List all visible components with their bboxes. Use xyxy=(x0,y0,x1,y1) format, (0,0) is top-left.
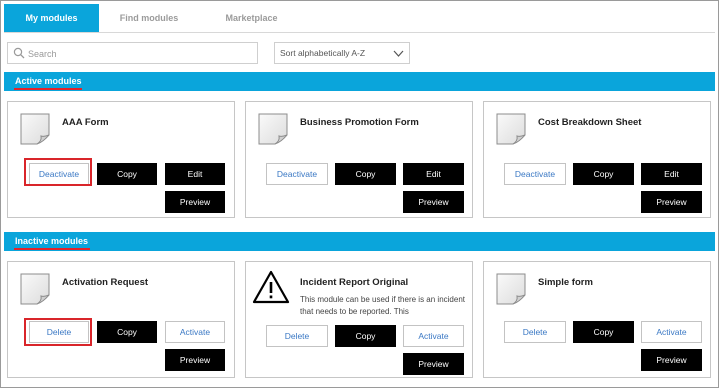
warning-icon xyxy=(252,270,290,304)
deactivate-button[interactable]: Deactivate xyxy=(266,163,328,185)
module-description: This module can be used if there is an i… xyxy=(300,295,465,316)
document-icon xyxy=(496,273,526,305)
edit-button[interactable]: Edit xyxy=(641,163,702,185)
copy-button[interactable]: Copy xyxy=(335,163,396,185)
preview-button[interactable]: Preview xyxy=(403,191,464,213)
sort-selected-value: Sort alphabetically A-Z xyxy=(280,48,366,58)
module-card-incident-report-original: Incident Report Original This module can… xyxy=(245,261,473,378)
module-card-cost-breakdown-sheet: Cost Breakdown Sheet Deactivate Copy Edi… xyxy=(483,101,711,218)
deactivate-button[interactable]: Deactivate xyxy=(504,163,566,185)
chevron-down-icon xyxy=(393,50,404,57)
search-box[interactable] xyxy=(7,42,258,64)
copy-button[interactable]: Copy xyxy=(573,163,634,185)
module-title: Simple form xyxy=(538,277,593,288)
copy-button[interactable]: Copy xyxy=(573,321,634,343)
search-icon xyxy=(13,47,25,59)
tab-my-modules[interactable]: My modules xyxy=(4,4,99,32)
inactive-modules-header: Inactive modules xyxy=(4,232,715,251)
preview-button[interactable]: Preview xyxy=(165,349,225,371)
activate-button[interactable]: Activate xyxy=(165,321,225,343)
active-modules-header: Active modules xyxy=(4,72,715,91)
module-title: Cost Breakdown Sheet xyxy=(538,117,642,128)
delete-button[interactable]: Delete xyxy=(266,325,328,347)
module-title: Activation Request xyxy=(62,277,149,288)
search-input[interactable] xyxy=(28,46,253,61)
preview-button[interactable]: Preview xyxy=(403,353,464,375)
delete-highlight-box xyxy=(24,318,92,346)
inactive-modules-title: Inactive modules xyxy=(15,236,89,246)
activate-button[interactable]: Activate xyxy=(641,321,702,343)
edit-button[interactable]: Edit xyxy=(165,163,225,185)
tab-marketplace[interactable]: Marketplace xyxy=(199,4,304,32)
tab-divider xyxy=(4,32,715,33)
document-icon xyxy=(496,113,526,145)
active-title-underline xyxy=(14,88,82,90)
preview-button[interactable]: Preview xyxy=(165,191,225,213)
document-icon xyxy=(20,113,50,145)
tab-find-modules[interactable]: Find modules xyxy=(99,4,199,32)
inactive-title-underline xyxy=(14,248,90,250)
module-card-simple-form: Simple form Delete Copy Activate Preview xyxy=(483,261,711,378)
module-title: AAA Form xyxy=(62,117,109,128)
module-title: Incident Report Original xyxy=(300,277,409,288)
sort-dropdown[interactable]: Sort alphabetically A-Z xyxy=(274,42,410,64)
deactivate-highlight-box xyxy=(24,158,92,186)
preview-button[interactable]: Preview xyxy=(641,191,702,213)
module-title: Business Promotion Form xyxy=(300,117,419,128)
activate-button[interactable]: Activate xyxy=(403,325,464,347)
copy-button[interactable]: Copy xyxy=(97,163,157,185)
edit-button[interactable]: Edit xyxy=(403,163,464,185)
preview-button[interactable]: Preview xyxy=(641,349,702,371)
delete-button[interactable]: Delete xyxy=(504,321,566,343)
document-icon xyxy=(258,113,288,145)
copy-button[interactable]: Copy xyxy=(97,321,157,343)
active-modules-title: Active modules xyxy=(15,76,82,86)
copy-button[interactable]: Copy xyxy=(335,325,396,347)
document-icon xyxy=(20,273,50,305)
module-card-business-promotion-form: Business Promotion Form Deactivate Copy … xyxy=(245,101,473,218)
